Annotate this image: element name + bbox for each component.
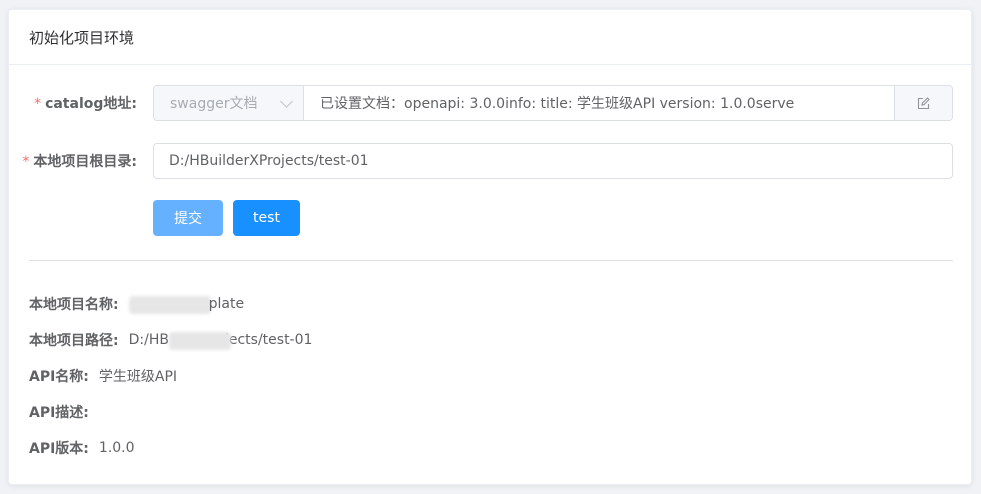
- catalog-form-row: * catalog地址:: [9, 85, 145, 121]
- root-dir-form-row: * 本地项目根目录:: [9, 143, 145, 179]
- catalog-type-select[interactable]: swagger文档: [154, 86, 304, 120]
- test-button[interactable]: test: [233, 200, 300, 236]
- submit-button[interactable]: 提交: [153, 200, 223, 236]
- catalog-input-group: swagger文档 已设置文档：openapi: 3.0.0info: titl…: [153, 85, 953, 121]
- redacted-blur: [168, 332, 231, 350]
- divider: [29, 260, 953, 261]
- api-version-label: API版本:: [29, 441, 89, 457]
- chevron-down-icon: [280, 94, 293, 108]
- edit-icon: [917, 96, 930, 109]
- api-name-value: 学生班级API: [98, 369, 178, 385]
- api-version-value: 1.0.0: [98, 440, 135, 456]
- api-name-row: API名称: 学生班级API: [29, 366, 177, 386]
- card-title: 初始化项目环境: [29, 28, 135, 47]
- catalog-type-value: swagger文档: [170, 96, 258, 112]
- catalog-label: * catalog地址:: [34, 96, 137, 112]
- root-dir-label: * 本地项目根目录:: [22, 154, 137, 170]
- api-name-label: API名称:: [29, 369, 89, 385]
- init-card: 初始化项目环境 * catalog地址: swagger文档 已设置文档：open…: [8, 9, 972, 485]
- required-mark: *: [22, 154, 30, 170]
- root-dir-input[interactable]: D:/HBuilderXProjects/test-01: [153, 143, 953, 179]
- project-path-label: 本地项目路径:: [29, 333, 119, 349]
- card-header: 初始化项目环境: [9, 10, 971, 65]
- catalog-input[interactable]: 已设置文档：openapi: 3.0.0info: title: 学生班级API…: [304, 86, 894, 120]
- project-name-label: 本地项目名称:: [29, 297, 119, 313]
- api-desc-label: API描述:: [29, 405, 89, 421]
- edit-button[interactable]: [894, 86, 952, 120]
- required-mark: *: [34, 96, 42, 112]
- project-name-row: 本地项目名称: plate: [29, 294, 249, 314]
- api-version-row: API版本: 1.0.0: [29, 438, 135, 458]
- project-name-value: plate: [128, 296, 249, 314]
- api-desc-row: API描述:: [29, 402, 99, 422]
- project-path-row: 本地项目路径: D:/HB jects/test-01: [29, 330, 312, 350]
- project-path-value: D:/HB jects/test-01: [128, 332, 313, 350]
- redacted-blur: [128, 296, 211, 314]
